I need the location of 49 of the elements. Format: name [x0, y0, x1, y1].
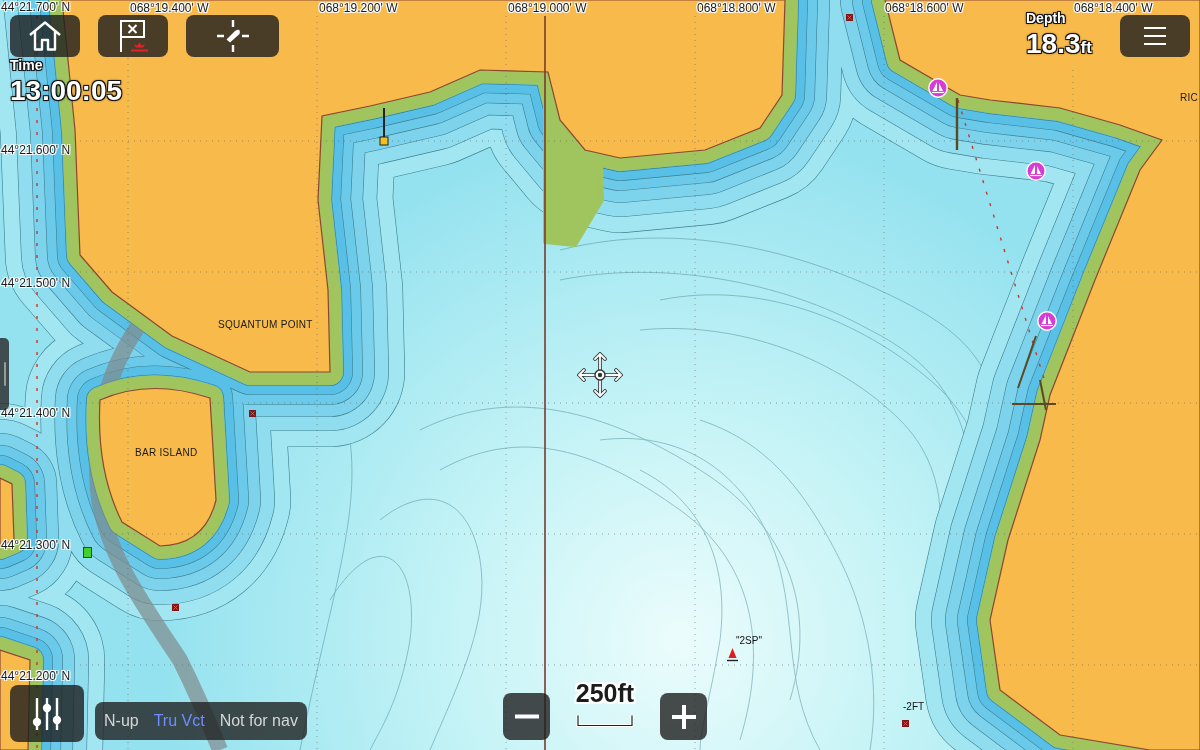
buoy-icon: [83, 547, 92, 558]
depth-value: 18.3: [1026, 29, 1081, 59]
hazard-marker-icon: [902, 720, 909, 727]
move-cursor-icon[interactable]: [577, 352, 623, 398]
sailboat-marker-icon: [1037, 311, 1057, 331]
place-name-label: SQUANTUM POINT: [218, 319, 313, 331]
latitude-label: 44°21.400' N: [1, 406, 71, 420]
sailboat-marker-icon: [1026, 161, 1046, 181]
status-mode-label[interactable]: Not for nav: [219, 712, 298, 730]
scale-bar-icon: [576, 715, 634, 728]
buoy-marker-icon: [727, 648, 738, 662]
time-label: Time: [10, 57, 43, 73]
hazard-marker-icon: [249, 410, 256, 417]
depth-unit: ft: [1080, 39, 1092, 57]
zoom-out-button[interactable]: [503, 693, 550, 740]
chart-settings-button[interactable]: [10, 685, 84, 742]
sailboat-marker-icon: [928, 78, 948, 98]
center-boat-button[interactable]: [186, 15, 279, 57]
depth-sounding-label: -2FT: [903, 701, 925, 713]
depth-label: Depth: [1026, 10, 1066, 26]
status-mode-label[interactable]: N-up: [104, 712, 139, 730]
place-name-label: RIC: [1180, 92, 1199, 104]
longitude-label: 068°19.400' W: [130, 1, 209, 15]
hazard-marker-icon: [846, 14, 853, 21]
crosshair-boat-icon: [215, 19, 250, 53]
longitude-label: 068°18.400' W: [1074, 1, 1153, 15]
longitude-label: 068°19.200' W: [319, 1, 398, 15]
waypoint-button[interactable]: [98, 15, 168, 57]
longitude-label: 068°19.000' W: [508, 1, 587, 15]
home-button[interactable]: [10, 15, 80, 57]
scale-label: 250ft: [575, 679, 635, 707]
longitude-label: 068°18.600' W: [885, 1, 964, 15]
side-panel-handle[interactable]: [0, 338, 9, 410]
sliders-icon: [32, 696, 62, 731]
plus-icon: [671, 704, 696, 729]
zoom-in-button[interactable]: [660, 693, 707, 740]
breakwater-line: [955, 98, 959, 150]
minus-icon: [514, 714, 539, 719]
beacon-icon: [379, 108, 389, 146]
hazard-marker-icon: [172, 604, 179, 611]
longitude-label: 068°18.800' W: [697, 1, 776, 15]
home-icon: [28, 20, 62, 52]
latitude-label: 44°21.600' N: [1, 143, 71, 157]
latitude-label: 44°21.200' N: [1, 669, 71, 683]
latitude-label: 44°21.500' N: [1, 276, 71, 290]
buoy-name-label: "2SP": [736, 635, 762, 647]
menu-icon: [1143, 26, 1167, 46]
place-name-label: BAR ISLAND: [135, 447, 198, 459]
menu-button[interactable]: [1120, 15, 1190, 57]
